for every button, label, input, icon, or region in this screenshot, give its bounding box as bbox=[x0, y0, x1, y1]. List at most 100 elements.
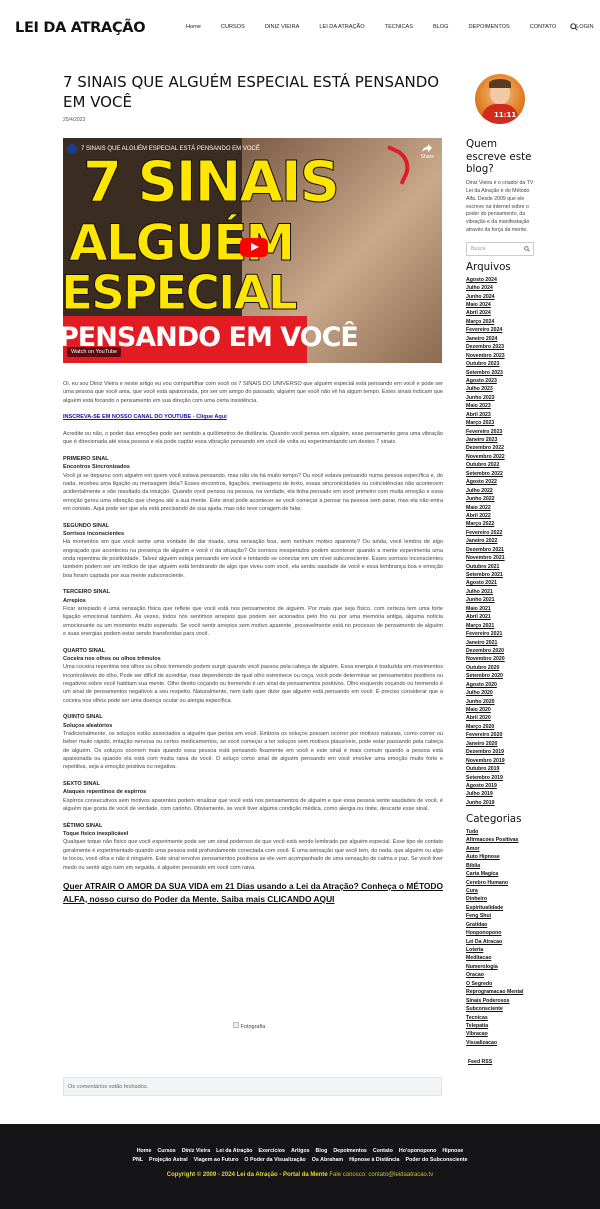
video-title[interactable]: 7 SINAIS QUE ALGUÉM ESPECIAL ESTÁ PENSAN… bbox=[81, 146, 260, 152]
category-link[interactable]: Gratidao bbox=[466, 921, 538, 929]
archive-link[interactable]: Fevereiro 2021 bbox=[466, 630, 538, 638]
metodo-alfa-cta-link[interactable]: Quer ATRAIR O AMOR DA SUA VIDA em 21 Dia… bbox=[63, 880, 443, 905]
archive-link[interactable]: Setembro 2020 bbox=[466, 672, 538, 680]
archive-link[interactable]: Julho 2021 bbox=[466, 588, 538, 596]
archive-link[interactable]: Setembro 2022 bbox=[466, 470, 538, 478]
category-link[interactable]: O Segredo bbox=[466, 980, 538, 988]
archive-link[interactable]: Maio 2024 bbox=[466, 301, 538, 309]
archive-link[interactable]: Outubro 2021 bbox=[466, 563, 538, 571]
footer-link[interactable]: PNL bbox=[132, 1157, 143, 1163]
archive-link[interactable]: Novembro 2022 bbox=[466, 453, 538, 461]
nav-cursos[interactable]: CURSOS bbox=[221, 24, 245, 30]
footer-link[interactable]: Blog bbox=[316, 1148, 328, 1154]
category-link[interactable]: Espiritualidade bbox=[466, 904, 538, 912]
footer-link[interactable]: Viagem ao Futuro bbox=[194, 1157, 239, 1163]
archive-link[interactable]: Março 2020 bbox=[466, 723, 538, 731]
nav-home[interactable]: Home bbox=[186, 24, 201, 30]
archive-link[interactable]: Janeiro 2021 bbox=[466, 639, 538, 647]
category-link[interactable]: Bíblia bbox=[466, 862, 538, 870]
category-link[interactable]: Reprogramacao Mental bbox=[466, 988, 538, 996]
footer-link[interactable]: Artigos bbox=[291, 1148, 310, 1154]
archive-link[interactable]: Março 2023 bbox=[466, 419, 538, 427]
archive-link[interactable]: Dezembro 2023 bbox=[466, 343, 538, 351]
archive-link[interactable]: Fevereiro 2020 bbox=[466, 731, 538, 739]
category-link[interactable]: Lei Da Atracao bbox=[466, 938, 538, 946]
archive-link[interactable]: Janeiro 2020 bbox=[466, 740, 538, 748]
archive-link[interactable]: Outubro 2020 bbox=[466, 664, 538, 672]
footer-link[interactable]: O Poder da Visualização bbox=[244, 1157, 305, 1163]
watch-on-youtube-button[interactable]: Watch on YouTube bbox=[67, 347, 122, 357]
archive-link[interactable]: Setembro 2019 bbox=[466, 774, 538, 782]
archive-link[interactable]: Maio 2023 bbox=[466, 402, 538, 410]
archive-link[interactable]: Junho 2023 bbox=[466, 394, 538, 402]
archive-link[interactable]: Dezembro 2022 bbox=[466, 444, 538, 452]
footer-link[interactable]: Contato bbox=[373, 1148, 393, 1154]
archive-link[interactable]: Junho 2024 bbox=[466, 293, 538, 301]
footer-link[interactable]: Exercícios bbox=[258, 1148, 285, 1154]
footer-link[interactable]: Hipnose bbox=[442, 1148, 463, 1154]
archive-link[interactable]: Janeiro 2023 bbox=[466, 436, 538, 444]
nav-login[interactable]: LOGIN bbox=[576, 24, 593, 30]
archive-link[interactable]: Julho 2019 bbox=[466, 790, 538, 798]
nav-depoimentos[interactable]: DEPOIMENTOS bbox=[469, 24, 510, 30]
archive-link[interactable]: Maio 2020 bbox=[466, 706, 538, 714]
archive-link[interactable]: Dezembro 2020 bbox=[466, 647, 538, 655]
category-link[interactable]: Cerebro Humano bbox=[466, 879, 538, 887]
archive-link[interactable]: Novembro 2021 bbox=[466, 554, 538, 562]
footer-link[interactable]: Projeção Astral bbox=[149, 1157, 188, 1163]
search-icon[interactable] bbox=[524, 246, 530, 252]
search-icon[interactable] bbox=[570, 23, 578, 31]
archive-link[interactable]: Agosto 2021 bbox=[466, 579, 538, 587]
nav-contato[interactable]: CONTATO bbox=[530, 24, 556, 30]
nav-tecnicas[interactable]: TECNICAS bbox=[385, 24, 413, 30]
youtube-video-embed[interactable]: 7 SINAIS ALGUÉM ESPECIAL PENSANDO EM VOC… bbox=[63, 138, 442, 363]
category-link[interactable]: Meditacao bbox=[466, 954, 538, 962]
category-link[interactable]: Afirmacoes Positivas bbox=[466, 836, 538, 844]
archive-link[interactable]: Abril 2021 bbox=[466, 613, 538, 621]
archive-link[interactable]: Abril 2024 bbox=[466, 309, 538, 317]
category-link[interactable]: Auto Hipnose bbox=[466, 853, 538, 861]
archive-link[interactable]: Abril 2020 bbox=[466, 714, 538, 722]
archive-link[interactable]: Fevereiro 2022 bbox=[466, 529, 538, 537]
category-link[interactable]: Tecnicas bbox=[466, 1014, 538, 1022]
subscribe-link[interactable]: INSCREVA-SE EM NOSSO CANAL DO YOUTUBE - … bbox=[63, 414, 227, 420]
archive-link[interactable]: Novembro 2023 bbox=[466, 352, 538, 360]
channel-avatar-icon[interactable] bbox=[67, 144, 77, 154]
footer-link[interactable]: Os Abraham bbox=[312, 1157, 343, 1163]
footer-link[interactable]: Hipnose à Distância bbox=[349, 1157, 399, 1163]
archive-link[interactable]: Junho 2022 bbox=[466, 495, 538, 503]
archive-link[interactable]: Janeiro 2024 bbox=[466, 335, 538, 343]
archive-link[interactable]: Fevereiro 2023 bbox=[466, 428, 538, 436]
category-link[interactable]: Cura bbox=[466, 887, 538, 895]
archive-link[interactable]: Agosto 2022 bbox=[466, 478, 538, 486]
archive-link[interactable]: Junho 2019 bbox=[466, 799, 538, 807]
sidebar-search-input[interactable]: Busca bbox=[466, 242, 534, 257]
archive-link[interactable]: Maio 2021 bbox=[466, 605, 538, 613]
category-link[interactable]: Carta Magica bbox=[466, 870, 538, 878]
archive-link[interactable]: Agosto 2023 bbox=[466, 377, 538, 385]
footer-link[interactable]: Cursos bbox=[157, 1148, 175, 1154]
archive-link[interactable]: Julho 2020 bbox=[466, 689, 538, 697]
archive-link[interactable]: Maio 2022 bbox=[466, 504, 538, 512]
category-link[interactable]: Visualizacao bbox=[466, 1039, 538, 1047]
archive-link[interactable]: Março 2021 bbox=[466, 622, 538, 630]
archive-link[interactable]: Setembro 2021 bbox=[466, 571, 538, 579]
archive-link[interactable]: Novembro 2019 bbox=[466, 757, 538, 765]
category-link[interactable]: Amor bbox=[466, 845, 538, 853]
archive-link[interactable]: Julho 2024 bbox=[466, 284, 538, 292]
archive-link[interactable]: Outubro 2023 bbox=[466, 360, 538, 368]
site-logo[interactable]: LEI DA ATRAÇÃO bbox=[15, 20, 146, 36]
video-title-bar[interactable]: 7 SINAIS QUE ALGUÉM ESPECIAL ESTÁ PENSAN… bbox=[67, 144, 260, 154]
nav-blog[interactable]: BLOG bbox=[433, 24, 449, 30]
archive-link[interactable]: Dezembro 2019 bbox=[466, 748, 538, 756]
archive-link[interactable]: Novembro 2020 bbox=[466, 655, 538, 663]
category-link[interactable]: Feng Shui bbox=[466, 912, 538, 920]
category-link[interactable]: Tudo bbox=[466, 828, 538, 836]
category-link[interactable]: Telepatia bbox=[466, 1022, 538, 1030]
category-link[interactable]: Sinais Poderosos bbox=[466, 997, 538, 1005]
category-link[interactable]: Dinheiro bbox=[466, 895, 538, 903]
archive-link[interactable]: Agosto 2020 bbox=[466, 681, 538, 689]
archive-link[interactable]: Janeiro 2022 bbox=[466, 537, 538, 545]
archive-link[interactable]: Fevereiro 2024 bbox=[466, 326, 538, 334]
archive-link[interactable]: Julho 2022 bbox=[466, 487, 538, 495]
